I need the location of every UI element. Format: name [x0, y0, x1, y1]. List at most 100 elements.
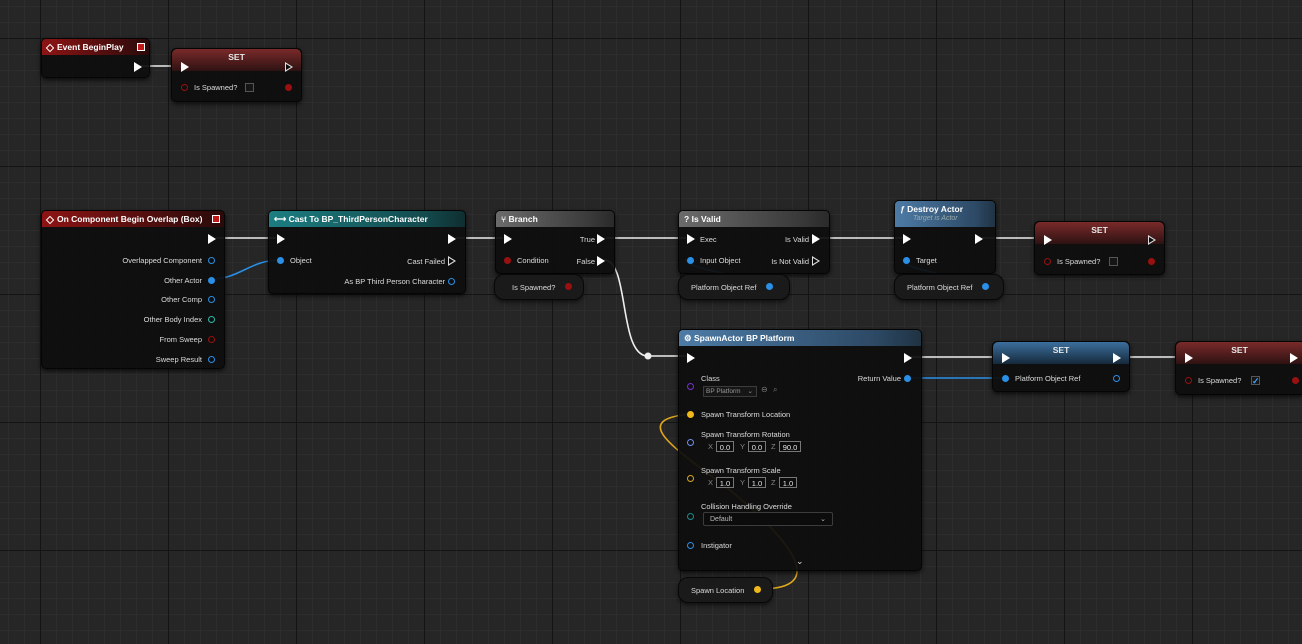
exec-in-pin[interactable]	[1185, 353, 1193, 363]
exec-in-pin[interactable]	[277, 234, 285, 244]
object-in-pin[interactable]	[1002, 375, 1009, 382]
other-comp-pin[interactable]	[208, 296, 215, 303]
overlapped-component-pin[interactable]	[208, 257, 215, 264]
var-label: Is Spawned?	[512, 283, 556, 292]
is-valid-node[interactable]: ? Is Valid Exec Is Valid Input Object Is…	[678, 210, 830, 274]
pin-label: Class	[701, 374, 720, 383]
axis-label: Y	[740, 478, 746, 487]
true-exec-pin[interactable]	[597, 234, 605, 244]
is-spawned-checkbox[interactable]	[245, 83, 254, 92]
event-icon	[45, 43, 55, 53]
rotation-x-input[interactable]: 0.0	[716, 441, 734, 452]
object-in-pin[interactable]	[277, 257, 284, 264]
is-spawned-checkbox[interactable]	[1109, 257, 1118, 266]
spawn-rotation-pin[interactable]	[687, 439, 694, 446]
pin-label: True	[579, 235, 595, 244]
bool-out-pin[interactable]	[285, 84, 292, 91]
rotation-y-input[interactable]: 0.0	[748, 441, 766, 452]
spawn-location-getter[interactable]: Spawn Location	[678, 577, 773, 603]
collision-select[interactable]: Default ⌄	[703, 512, 833, 526]
return-value-pin[interactable]	[904, 375, 911, 382]
spawn-location-pin[interactable]	[687, 411, 694, 418]
pin-label: Is Spawned?	[1057, 257, 1101, 266]
pin-label: Is Spawned?	[1198, 376, 1242, 385]
expand-chevron-icon[interactable]: ⌄	[796, 556, 804, 567]
exec-out-pin[interactable]	[134, 62, 142, 72]
node-title: Event BeginPlay	[57, 42, 124, 52]
pin-label: Platform Object Ref	[1015, 374, 1081, 383]
set-is-spawned-node[interactable]: SET Is Spawned?	[1034, 221, 1165, 275]
object-out-pin[interactable]	[766, 283, 773, 290]
exec-out-pin[interactable]	[1113, 353, 1121, 363]
var-label: Platform Object Ref	[691, 283, 757, 292]
condition-pin[interactable]	[504, 257, 511, 264]
destroy-actor-node[interactable]: ƒ Destroy Actor Target is Actor Target	[894, 200, 996, 274]
false-exec-pin[interactable]	[597, 256, 605, 266]
pin-label: Sweep Result	[155, 355, 202, 364]
collision-pin[interactable]	[687, 513, 694, 520]
pin-label: Target	[916, 256, 937, 265]
scale-x-input[interactable]: 1.0	[716, 477, 734, 488]
exec-in-pin[interactable]	[504, 234, 512, 244]
set-is-spawned-node[interactable]: SET Is Spawned? ✓	[1175, 341, 1302, 395]
from-sweep-pin[interactable]	[208, 336, 215, 343]
input-object-pin[interactable]	[687, 257, 694, 264]
bool-out-pin[interactable]	[1292, 377, 1299, 384]
other-body-index-pin[interactable]	[208, 316, 215, 323]
bool-in-pin[interactable]	[1044, 258, 1051, 265]
scale-z-input[interactable]: 1.0	[779, 477, 797, 488]
search-icon[interactable]: ⌕	[773, 385, 777, 395]
exec-out-pin[interactable]	[975, 234, 983, 244]
branch-node[interactable]: ⑂ Branch True Condition False	[495, 210, 615, 274]
target-pin[interactable]	[903, 257, 910, 264]
cast-to-node[interactable]: ⟷ Cast To BP_ThirdPersonCharacter Object…	[268, 210, 466, 294]
on-component-begin-overlap-node[interactable]: On Component Begin Overlap (Box) Overlap…	[41, 210, 225, 369]
class-pin[interactable]	[687, 383, 694, 390]
exec-in-pin[interactable]	[1044, 235, 1052, 245]
exec-out-pin[interactable]	[285, 62, 293, 72]
is-spawned-checkbox[interactable]: ✓	[1251, 376, 1260, 386]
exec-in-pin[interactable]	[687, 234, 695, 244]
set-platform-ref-node[interactable]: SET Platform Object Ref	[992, 341, 1130, 392]
spawn-actor-node[interactable]: ⚙ SpawnActor BP Platform Class BP Platfo…	[678, 329, 922, 571]
platform-object-ref-getter[interactable]: Platform Object Ref	[678, 274, 790, 300]
bool-in-pin[interactable]	[181, 84, 188, 91]
node-title: Destroy Actor	[907, 204, 964, 214]
cast-failed-pin[interactable]	[448, 256, 456, 266]
bool-out-pin[interactable]	[565, 283, 572, 290]
as-character-pin[interactable]	[448, 278, 455, 285]
platform-object-ref-getter[interactable]: Platform Object Ref	[894, 274, 1004, 300]
is-valid-exec-pin[interactable]	[812, 234, 820, 244]
exec-in-pin[interactable]	[903, 234, 911, 244]
rotation-z-input[interactable]: 90.0	[779, 441, 801, 452]
exec-in-pin[interactable]	[687, 353, 695, 363]
vector-out-pin[interactable]	[754, 586, 761, 593]
browse-icon[interactable]: ⊖	[761, 385, 768, 394]
exec-out-pin[interactable]	[1290, 353, 1298, 363]
event-beginplay-node[interactable]: Event BeginPlay	[41, 38, 150, 78]
delegate-pin-icon[interactable]	[212, 215, 220, 223]
delegate-pin-icon[interactable]	[137, 43, 145, 51]
exec-in-pin[interactable]	[1002, 353, 1010, 363]
exec-out-pin[interactable]	[448, 234, 456, 244]
object-out-pin[interactable]	[982, 283, 989, 290]
bool-out-pin[interactable]	[1148, 258, 1155, 265]
class-select[interactable]: BP Platform ⌄	[703, 386, 757, 397]
exec-out-pin[interactable]	[208, 234, 216, 244]
scale-y-input[interactable]: 1.0	[748, 477, 766, 488]
is-not-valid-exec-pin[interactable]	[812, 256, 820, 266]
object-out-pin[interactable]	[1113, 375, 1120, 382]
exec-in-pin[interactable]	[181, 62, 189, 72]
sweep-result-pin[interactable]	[208, 356, 215, 363]
spawn-scale-pin[interactable]	[687, 475, 694, 482]
exec-out-pin[interactable]	[904, 353, 912, 363]
var-label: Platform Object Ref	[907, 283, 973, 292]
set-is-spawned-node[interactable]: SET Is Spawned?	[171, 48, 302, 102]
is-spawned-getter[interactable]: Is Spawned?	[494, 274, 584, 300]
bool-in-pin[interactable]	[1185, 377, 1192, 384]
exec-out-pin[interactable]	[1148, 235, 1156, 245]
other-actor-pin[interactable]	[208, 277, 215, 284]
instigator-pin[interactable]	[687, 542, 694, 549]
pin-label: Other Actor	[164, 276, 202, 285]
pin-label: Is Valid	[784, 235, 809, 244]
